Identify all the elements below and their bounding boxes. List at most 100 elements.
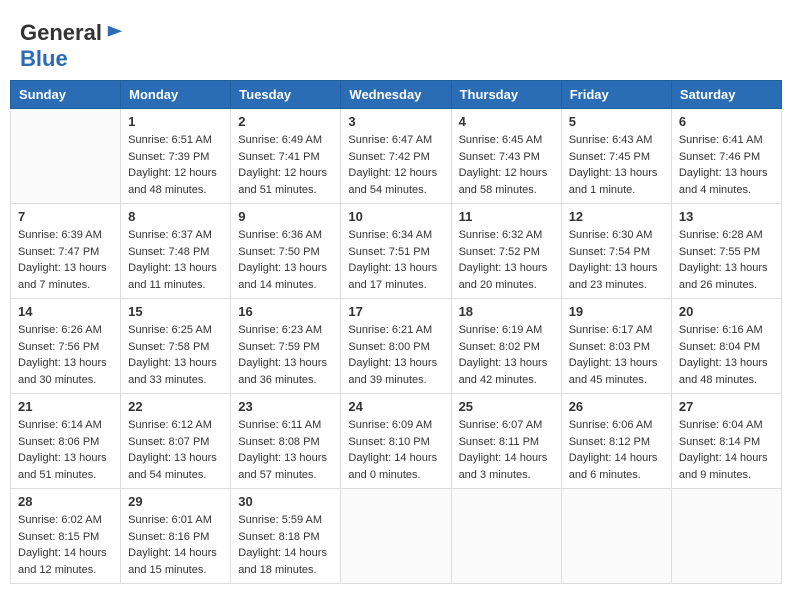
day-number: 20	[679, 304, 774, 319]
day-number: 2	[238, 114, 333, 129]
day-cell: 29 Sunrise: 6:01 AMSunset: 8:16 PMDayligh…	[121, 489, 231, 584]
cell-content: Sunrise: 6:11 AMSunset: 8:08 PMDaylight:…	[238, 417, 333, 483]
cell-content: Sunrise: 6:04 AMSunset: 8:14 PMDaylight:…	[679, 417, 774, 483]
week-row-3: 14 Sunrise: 6:26 AMSunset: 7:56 PMDayligh…	[11, 299, 782, 394]
day-cell: 4Sunrise: 6:45 AMSunset: 7:43 PMDaylight…	[451, 109, 561, 204]
day-number: 11	[459, 209, 554, 224]
cell-content: Sunrise: 6:09 AMSunset: 8:10 PMDaylight:…	[348, 417, 443, 483]
day-number: 25	[459, 399, 554, 414]
cell-content: Sunrise: 6:49 AMSunset: 7:41 PMDaylight:…	[238, 132, 333, 198]
week-row-4: 21 Sunrise: 6:14 AMSunset: 8:06 PMDayligh…	[11, 394, 782, 489]
col-header-sunday: Sunday	[11, 81, 121, 109]
day-cell	[561, 489, 671, 584]
day-number: 22	[128, 399, 223, 414]
day-number: 16	[238, 304, 333, 319]
col-header-tuesday: Tuesday	[231, 81, 341, 109]
cell-content: Sunrise: 6:21 AMSunset: 8:00 PMDaylight:…	[348, 322, 443, 388]
cell-content: Sunrise: 6:23 AMSunset: 7:59 PMDaylight:…	[238, 322, 333, 388]
day-cell	[11, 109, 121, 204]
col-header-friday: Friday	[561, 81, 671, 109]
cell-content: Sunrise: 6:01 AMSunset: 8:16 PMDaylight:…	[128, 512, 223, 578]
week-row-1: 1 Sunrise: 6:51 AMSunset: 7:39 PMDaylight…	[11, 109, 782, 204]
day-cell: 24 Sunrise: 6:09 AMSunset: 8:10 PMDayligh…	[341, 394, 451, 489]
day-cell: 21 Sunrise: 6:14 AMSunset: 8:06 PMDayligh…	[11, 394, 121, 489]
cell-content: Sunrise: 6:26 AMSunset: 7:56 PMDaylight:…	[18, 322, 113, 388]
day-number: 28	[18, 494, 113, 509]
day-cell: 19 Sunrise: 6:17 AMSunset: 8:03 PMDayligh…	[561, 299, 671, 394]
day-number: 9	[238, 209, 333, 224]
day-cell: 1 Sunrise: 6:51 AMSunset: 7:39 PMDaylight…	[121, 109, 231, 204]
day-number: 12	[569, 209, 664, 224]
day-cell: 26Sunrise: 6:06 AMSunset: 8:12 PMDayligh…	[561, 394, 671, 489]
day-cell: 13 Sunrise: 6:28 AMSunset: 7:55 PMDayligh…	[671, 204, 781, 299]
day-number: 13	[679, 209, 774, 224]
cell-content: Sunrise: 6:28 AMSunset: 7:55 PMDaylight:…	[679, 227, 774, 293]
week-row-5: 28 Sunrise: 6:02 AMSunset: 8:15 PMDayligh…	[11, 489, 782, 584]
cell-content: Sunrise: 6:41 AMSunset: 7:46 PMDaylight:…	[679, 132, 774, 198]
day-number: 4	[459, 114, 554, 129]
day-cell: 17 Sunrise: 6:21 AMSunset: 8:00 PMDayligh…	[341, 299, 451, 394]
day-number: 29	[128, 494, 223, 509]
cell-content: Sunrise: 6:34 AMSunset: 7:51 PMDaylight:…	[348, 227, 443, 293]
day-cell: 7 Sunrise: 6:39 AMSunset: 7:47 PMDaylight…	[11, 204, 121, 299]
cell-content: Sunrise: 6:36 AMSunset: 7:50 PMDaylight:…	[238, 227, 333, 293]
day-number: 1	[128, 114, 223, 129]
cell-content: Sunrise: 6:32 AMSunset: 7:52 PMDaylight:…	[459, 227, 554, 293]
calendar-table: SundayMondayTuesdayWednesdayThursdayFrid…	[10, 80, 782, 584]
day-cell: 28 Sunrise: 6:02 AMSunset: 8:15 PMDayligh…	[11, 489, 121, 584]
day-number: 24	[348, 399, 443, 414]
day-cell: 9 Sunrise: 6:36 AMSunset: 7:50 PMDaylight…	[231, 204, 341, 299]
day-cell: 20 Sunrise: 6:16 AMSunset: 8:04 PMDayligh…	[671, 299, 781, 394]
day-cell: 30Sunrise: 5:59 AMSunset: 8:18 PMDayligh…	[231, 489, 341, 584]
day-cell: 10Sunrise: 6:34 AMSunset: 7:51 PMDayligh…	[341, 204, 451, 299]
day-number: 8	[128, 209, 223, 224]
col-header-thursday: Thursday	[451, 81, 561, 109]
logo-flag-icon	[106, 24, 124, 42]
day-cell: 6 Sunrise: 6:41 AMSunset: 7:46 PMDaylight…	[671, 109, 781, 204]
day-cell: 27Sunrise: 6:04 AMSunset: 8:14 PMDayligh…	[671, 394, 781, 489]
day-cell: 16 Sunrise: 6:23 AMSunset: 7:59 PMDayligh…	[231, 299, 341, 394]
cell-content: Sunrise: 6:25 AMSunset: 7:58 PMDaylight:…	[128, 322, 223, 388]
day-number: 15	[128, 304, 223, 319]
day-number: 3	[348, 114, 443, 129]
day-number: 6	[679, 114, 774, 129]
cell-content: Sunrise: 6:14 AMSunset: 8:06 PMDaylight:…	[18, 417, 113, 483]
day-cell: 15 Sunrise: 6:25 AMSunset: 7:58 PMDayligh…	[121, 299, 231, 394]
day-number: 7	[18, 209, 113, 224]
day-number: 17	[348, 304, 443, 319]
header-row: SundayMondayTuesdayWednesdayThursdayFrid…	[11, 81, 782, 109]
cell-content: Sunrise: 6:51 AMSunset: 7:39 PMDaylight:…	[128, 132, 223, 198]
cell-content: Sunrise: 6:12 AMSunset: 8:07 PMDaylight:…	[128, 417, 223, 483]
calendar-body: 1 Sunrise: 6:51 AMSunset: 7:39 PMDaylight…	[11, 109, 782, 584]
logo: General Blue	[20, 20, 124, 72]
cell-content: Sunrise: 6:47 AMSunset: 7:42 PMDaylight:…	[348, 132, 443, 198]
day-cell: 22 Sunrise: 6:12 AMSunset: 8:07 PMDayligh…	[121, 394, 231, 489]
logo-general-text: General	[20, 20, 102, 46]
day-cell: 23 Sunrise: 6:11 AMSunset: 8:08 PMDayligh…	[231, 394, 341, 489]
cell-content: Sunrise: 6:19 AMSunset: 8:02 PMDaylight:…	[459, 322, 554, 388]
day-cell: 3 Sunrise: 6:47 AMSunset: 7:42 PMDaylight…	[341, 109, 451, 204]
day-number: 23	[238, 399, 333, 414]
day-cell: 18Sunrise: 6:19 AMSunset: 8:02 PMDayligh…	[451, 299, 561, 394]
day-cell: 5Sunrise: 6:43 AMSunset: 7:45 PMDaylight…	[561, 109, 671, 204]
day-cell: 25Sunrise: 6:07 AMSunset: 8:11 PMDayligh…	[451, 394, 561, 489]
col-header-monday: Monday	[121, 81, 231, 109]
day-cell: 14 Sunrise: 6:26 AMSunset: 7:56 PMDayligh…	[11, 299, 121, 394]
cell-content: Sunrise: 6:02 AMSunset: 8:15 PMDaylight:…	[18, 512, 113, 578]
day-number: 14	[18, 304, 113, 319]
day-number: 21	[18, 399, 113, 414]
col-header-wednesday: Wednesday	[341, 81, 451, 109]
week-row-2: 7 Sunrise: 6:39 AMSunset: 7:47 PMDaylight…	[11, 204, 782, 299]
cell-content: Sunrise: 6:39 AMSunset: 7:47 PMDaylight:…	[18, 227, 113, 293]
day-cell	[451, 489, 561, 584]
day-number: 26	[569, 399, 664, 414]
day-cell: 8 Sunrise: 6:37 AMSunset: 7:48 PMDaylight…	[121, 204, 231, 299]
cell-content: Sunrise: 6:37 AMSunset: 7:48 PMDaylight:…	[128, 227, 223, 293]
cell-content: Sunrise: 6:16 AMSunset: 8:04 PMDaylight:…	[679, 322, 774, 388]
cell-content: Sunrise: 6:17 AMSunset: 8:03 PMDaylight:…	[569, 322, 664, 388]
day-number: 19	[569, 304, 664, 319]
day-cell: 2 Sunrise: 6:49 AMSunset: 7:41 PMDaylight…	[231, 109, 341, 204]
logo-blue-text: Blue	[20, 46, 68, 72]
day-cell: 12Sunrise: 6:30 AMSunset: 7:54 PMDayligh…	[561, 204, 671, 299]
col-header-saturday: Saturday	[671, 81, 781, 109]
